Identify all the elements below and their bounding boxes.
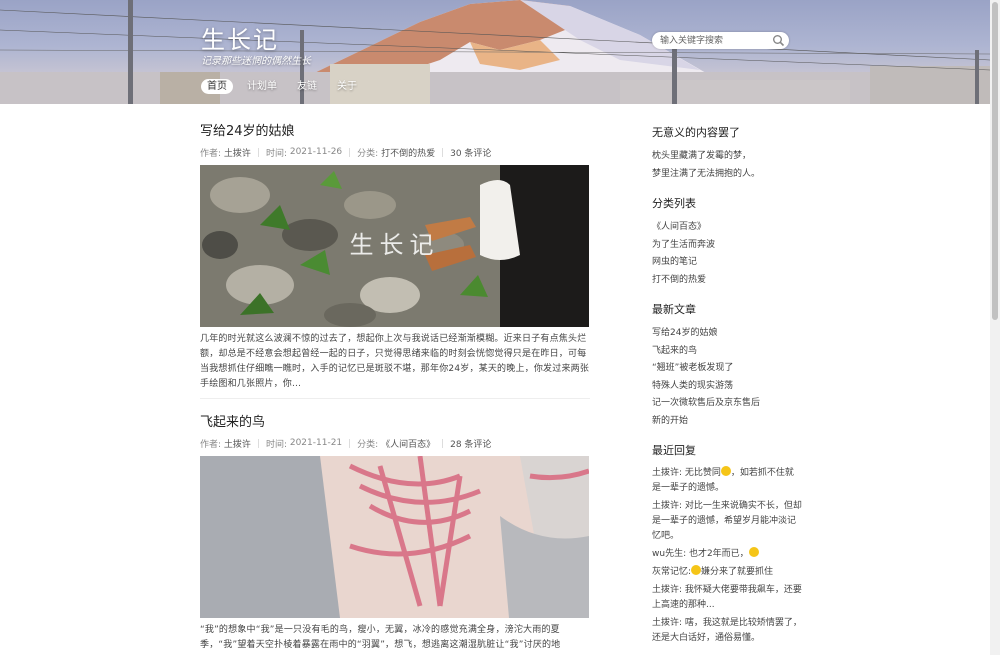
post-thumbnail[interactable]: 生长记	[200, 165, 589, 327]
category-link[interactable]: 打不倒的热爱	[652, 275, 706, 285]
post-card: 飞起来的鸟 作者: 土拨许 时间: 2021-11-21 分类: 《人间百态》 …	[200, 415, 590, 653]
smile-icon	[691, 565, 702, 575]
header-banner-image	[0, 0, 990, 104]
nav-item-home[interactable]: 首页	[201, 79, 233, 94]
search-box	[652, 32, 789, 49]
category-link[interactable]: 为了生活而奔波	[652, 240, 715, 250]
post-author[interactable]: 土拨许	[224, 437, 251, 450]
category-label: 分类:	[357, 148, 379, 159]
post-date: 2021-11-21	[289, 438, 343, 448]
search-icon[interactable]	[772, 34, 785, 47]
quote-line: 枕头里藏满了发霉的梦，	[652, 151, 752, 161]
reply-text: wu先生: 也才2年而已，	[652, 549, 749, 559]
recent-post-link[interactable]: “翘班”被老板发现了	[652, 363, 733, 373]
post-excerpt: 几年的时光就这么波澜不惊的过去了，想起你上次与我说话已经渐渐模糊。近来日子有点焦…	[200, 334, 590, 389]
nav-item-plan[interactable]: 计划单	[241, 79, 283, 94]
reply-text: 土拨许: 嗐，我这就是比较矫情罢了，还是大白话好，通俗易懂。	[652, 618, 802, 643]
thumbnail-image-rope	[200, 456, 589, 618]
reply-item[interactable]: 土拨许: 无比赞同 ，如若抓不住就是一辈子的遗憾。	[652, 466, 802, 496]
post-author[interactable]: 土拨许	[224, 146, 251, 159]
widget-title: 最近回复	[652, 444, 696, 457]
post-thumbnail[interactable]	[200, 456, 589, 618]
reply-item[interactable]: 灰常记忆: 嫌分来了就要抓住	[652, 565, 802, 580]
post-list: 写给24岁的姑娘 作者: 土拨许 时间: 2021-11-26 分类: 打不倒的…	[200, 104, 590, 653]
post-meta: 作者: 土拨许 时间: 2021-11-26 分类: 打不倒的热爱 30 条评论	[200, 146, 590, 159]
post-title[interactable]: 写给24岁的姑娘	[200, 124, 590, 140]
recent-post-link[interactable]: 新的开始	[652, 416, 688, 426]
reply-text: 嫌分来了就要抓住	[701, 567, 774, 577]
post-title[interactable]: 飞起来的鸟	[200, 415, 590, 431]
reply-text: 土拨许: 我怀疑大佬要带我飙车，还要上高速的那种...	[652, 585, 802, 610]
post-divider	[200, 398, 590, 399]
recent-replies-widget: 最近回复 土拨许: 无比赞同 ，如若抓不住就是一辈子的遗憾。 土拨许: 对比一生来…	[652, 444, 802, 646]
meta-divider	[257, 147, 259, 157]
reply-item[interactable]: wu先生: 也才2年而已，	[652, 547, 802, 562]
recent-post-link[interactable]: 记一次微软售后及京东售后	[652, 398, 760, 408]
smile-icon	[748, 547, 759, 557]
reply-text: 土拨许: 无比赞同	[652, 468, 721, 478]
categories-widget: 分类列表 《人间百态》 为了生活而奔波 网虫的笔记 打不倒的热爱	[652, 197, 802, 289]
meta-divider	[442, 147, 444, 157]
post-comments[interactable]: 28 条评论	[450, 437, 491, 450]
post-category[interactable]: 打不倒的热爱	[381, 146, 435, 159]
quote-widget: 无意义的内容罢了 枕头里藏满了发霉的梦， 梦里注满了无法拥抱的人。	[652, 126, 802, 183]
main-nav: 首页 计划单 友链 关于	[201, 79, 363, 94]
category-label: 分类:	[357, 439, 379, 450]
post-date: 2021-11-26	[289, 147, 343, 157]
nav-item-about[interactable]: 关于	[331, 79, 363, 94]
meta-divider	[349, 147, 351, 157]
meta-divider	[442, 438, 444, 448]
site-subtitle: 记录那些迷惘的偶然生长	[201, 56, 311, 67]
time-label: 时间:	[265, 148, 287, 159]
thumbs-up-icon	[720, 466, 731, 476]
sidebar: 无意义的内容罢了 枕头里藏满了发霉的梦， 梦里注满了无法拥抱的人。 分类列表 《…	[652, 104, 802, 649]
page-scrollbar[interactable]	[990, 0, 1000, 655]
post-meta: 作者: 土拨许 时间: 2021-11-21 分类: 《人间百态》 28 条评论	[200, 437, 590, 450]
search-input[interactable]	[660, 33, 770, 48]
post-category[interactable]: 《人间百态》	[381, 437, 435, 450]
nav-item-links[interactable]: 友链	[291, 79, 323, 94]
meta-divider	[349, 438, 351, 448]
site-title[interactable]: 生长记	[201, 20, 279, 55]
meta-divider	[257, 438, 259, 448]
recent-post-link[interactable]: 飞起来的鸟	[652, 346, 697, 356]
post-excerpt: “我”的想象中“我”是一只没有毛的鸟，瘦小，无翼，冰冷的感觉充满全身，滂沱大雨的…	[200, 625, 561, 650]
widget-title: 无意义的内容罢了	[652, 126, 740, 139]
author-label: 作者:	[200, 148, 222, 159]
author-label: 作者:	[200, 439, 222, 450]
recent-post-link[interactable]: 写给24岁的姑娘	[652, 328, 717, 338]
recent-post-link[interactable]: 特殊人类的现实游荡	[652, 381, 733, 391]
widget-title: 分类列表	[652, 197, 696, 210]
scrollbar-thumb[interactable]	[992, 2, 998, 320]
reply-text: 灰常记忆:	[652, 567, 692, 577]
recent-posts-widget: 最新文章 写给24岁的姑娘 飞起来的鸟 “翘班”被老板发现了 特殊人类的现实游荡…	[652, 303, 802, 430]
time-label: 时间:	[265, 439, 287, 450]
post-comments[interactable]: 30 条评论	[450, 146, 491, 159]
thumbnail-watermark: 生长记	[349, 231, 440, 259]
quote-line: 梦里注满了无法拥抱的人。	[652, 168, 761, 179]
reply-text: 土拨许: 对比一生来说确实不长，但却是一辈子的遗憾，希望岁月能冲淡记忆吧。	[652, 501, 802, 541]
reply-item[interactable]: 土拨许: 嗐，我这就是比较矫情罢了，还是大白话好，通俗易懂。	[652, 616, 802, 646]
category-link[interactable]: 《人间百态》	[652, 222, 706, 232]
post-card: 写给24岁的姑娘 作者: 土拨许 时间: 2021-11-26 分类: 打不倒的…	[200, 124, 590, 399]
reply-item[interactable]: 土拨许: 对比一生来说确实不长，但却是一辈子的遗憾，希望岁月能冲淡记忆吧。	[652, 499, 802, 544]
category-link[interactable]: 网虫的笔记	[652, 257, 697, 267]
widget-title: 最新文章	[652, 303, 696, 316]
site-header: 生长记 记录那些迷惘的偶然生长 首页 计划单 友链 关于	[0, 0, 990, 104]
reply-item[interactable]: 土拨许: 我怀疑大佬要带我飙车，还要上高速的那种...	[652, 583, 802, 613]
